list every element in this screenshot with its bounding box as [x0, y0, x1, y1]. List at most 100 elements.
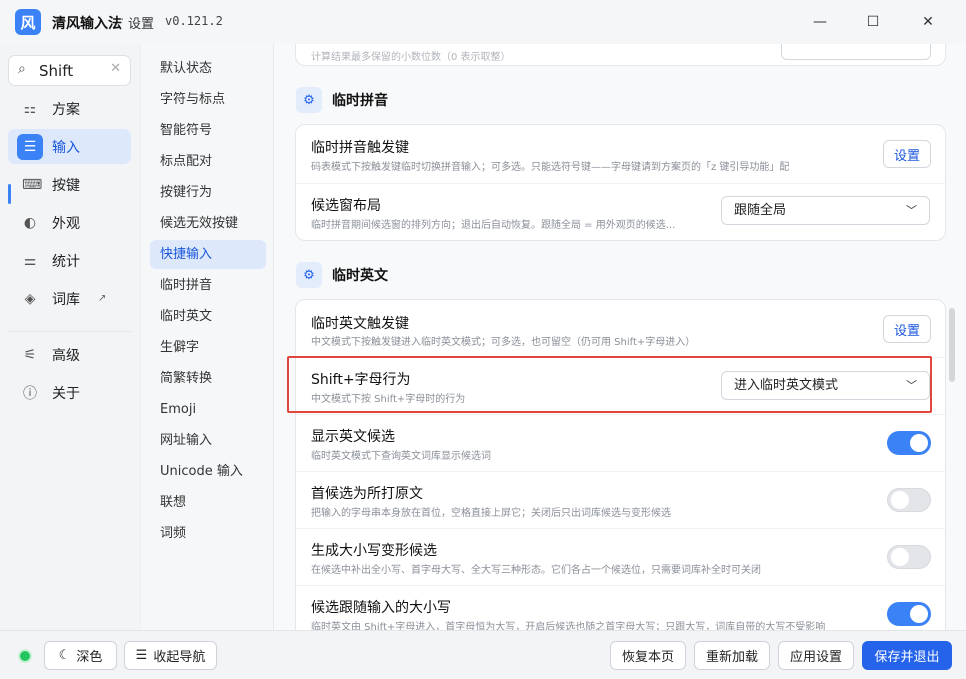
setting-row: 临时英文触发键 中文模式下按触发键进入临时英文模式；可多选，也可留空（仍可用 S… — [296, 300, 947, 357]
sidebar-item-label: 高级 — [52, 347, 80, 364]
button-label: 收起导航 — [153, 650, 206, 665]
sidebar-item-dictionary[interactable]: ◈ 词库 ↗ — [8, 281, 131, 316]
setting-row: 首候选为所打原文 把输入的字母串本身放在首位，空格直接上屏它；关闭后只出词库候选… — [296, 471, 947, 528]
app-logo-icon: 风 — [15, 9, 41, 35]
candidate-layout-select[interactable]: 跟随全局 ﹀ — [721, 196, 930, 225]
subnav-item[interactable]: 智能符号 — [150, 116, 266, 145]
restore-page-button[interactable]: 恢复本页 — [610, 641, 686, 670]
app-name: 清风输入法 — [52, 16, 122, 32]
version-label: v0.121.2 — [165, 14, 223, 28]
sidebar-item-scheme[interactable]: ⚏ 方案 — [8, 91, 131, 126]
sidebar-item-label: 统计 — [52, 253, 80, 270]
sidebar-item-label: 输入 — [52, 139, 80, 156]
subnav-item-active[interactable]: 快捷输入 — [150, 240, 266, 269]
first-candidate-raw-toggle[interactable] — [887, 488, 931, 512]
setting-title: 候选跟随输入的大小写 — [311, 600, 451, 616]
sidebar-item-advanced[interactable]: ⚟ 高级 — [8, 337, 131, 372]
bottom-bar: ☾ 深色 ☰ 收起导航 恢复本页 重新加载 应用设置 保存并退出 — [0, 630, 966, 679]
sidebar-item-label: 按键 — [52, 177, 80, 194]
subnav-item[interactable]: 生僻字 — [150, 333, 266, 362]
subnav-item[interactable]: 简繁转换 — [150, 364, 266, 393]
save-and-exit-button[interactable]: 保存并退出 — [862, 641, 952, 670]
title-separator: · — [120, 13, 125, 28]
search-input[interactable] — [39, 60, 109, 82]
moon-icon: ☾ — [58, 648, 71, 663]
setting-description: 临时英文由 Shift+字母进入，首字母恒为大写，开启后候选也随之首字母大写；只… — [311, 622, 826, 630]
sidebar-item-label: 外观 — [52, 215, 80, 232]
subnav-item[interactable]: 默认状态 — [150, 54, 266, 83]
chevron-down-icon: ﹀ — [906, 204, 917, 217]
title-bar: 风 清风输入法 · 设置 v0.121.2 — ☐ ✕ — [0, 0, 966, 44]
partial-input[interactable] — [781, 44, 931, 60]
setting-row: 生成大小写变形候选 在候选中补出全小写、首字母大写、全大写三种形态。它们各占一个… — [296, 528, 947, 585]
sub-navigation: 默认状态 字符与标点 智能符号 标点配对 按键行为 候选无效按键 快捷输入 临时… — [140, 44, 274, 630]
setting-row: 候选窗布局 临时拼音期间候选窗的排列方向；退出后自动恢复。跟随全局 = 用外观页… — [296, 183, 947, 241]
settings-sliders-icon: ⚟ — [23, 346, 37, 363]
scrollbar-thumb[interactable] — [949, 308, 955, 382]
setting-description: 中文模式下按触发键进入临时英文模式；可多选，也可留空（仍可用 Shift+字母进… — [311, 337, 696, 348]
sidebar-item-about[interactable]: ⓘ 关于 — [8, 375, 131, 410]
sidebar-item-appearance[interactable]: ◐ 外观 — [8, 205, 131, 240]
select-value: 跟随全局 — [734, 203, 787, 218]
setting-description: 计算结果最多保留的小数位数（0 表示取整） — [311, 52, 511, 63]
minimize-icon[interactable]: — — [808, 10, 832, 34]
toggle-knob — [891, 491, 909, 509]
dark-mode-button[interactable]: ☾ 深色 — [44, 641, 117, 670]
english-trigger-settings-button[interactable]: 设置 — [883, 315, 931, 343]
sidebar-item-keys[interactable]: ⌨ 按键 — [8, 167, 131, 202]
subnav-item[interactable]: 词频 — [150, 519, 266, 548]
sidebar-item-label: 词库 — [52, 291, 80, 308]
setting-row: 显示英文候选 临时英文模式下查询英文词库显示候选词 — [296, 414, 947, 471]
toggle-knob — [910, 605, 928, 623]
collapse-nav-button[interactable]: ☰ 收起导航 — [124, 641, 217, 670]
reload-button[interactable]: 重新加载 — [694, 641, 770, 670]
setting-title: 首候选为所打原文 — [311, 486, 423, 502]
sidebar-item-input[interactable]: ☰ 输入 — [8, 129, 131, 164]
subnav-item[interactable]: 候选无效按键 — [150, 209, 266, 238]
external-link-icon: ↗ — [98, 293, 107, 304]
apply-settings-button[interactable]: 应用设置 — [778, 641, 854, 670]
subnav-item[interactable]: 临时英文 — [150, 302, 266, 331]
close-icon[interactable]: ✕ — [916, 10, 940, 34]
nav-divider — [8, 331, 131, 332]
clear-search-icon[interactable]: ✕ — [110, 61, 121, 76]
button-label: 深色 — [76, 650, 103, 665]
follow-case-toggle[interactable] — [887, 602, 931, 626]
settings-card-partial: 计算结果最多保留的小数位数（0 表示取整） — [295, 44, 946, 66]
subnav-item[interactable]: 字符与标点 — [150, 85, 266, 114]
info-icon: ⓘ — [23, 385, 37, 402]
subnav-item[interactable]: 联想 — [150, 488, 266, 517]
subnav-item[interactable]: 临时拼音 — [150, 271, 266, 300]
subnav-item[interactable]: Unicode 输入 — [150, 457, 266, 486]
menu-icon: ☰ — [135, 648, 148, 663]
subnav-item[interactable]: 网址输入 — [150, 426, 266, 455]
setting-description: 把输入的字母串本身放在首位，空格直接上屏它；关闭后只出词库候选与变形候选 — [311, 508, 671, 519]
sliders-icon: ⚌ — [23, 252, 37, 269]
highlight-box — [287, 356, 932, 413]
section-title: 临时拼音 — [332, 93, 388, 109]
sliders-icon: ⚙ — [296, 87, 322, 113]
setting-description: 临时英文模式下查询英文词库显示候选词 — [311, 451, 491, 462]
subnav-item[interactable]: 标点配对 — [150, 147, 266, 176]
trigger-keys-settings-button[interactable]: 设置 — [883, 140, 931, 168]
settings-content: 计算结果最多保留的小数位数（0 表示取整） ⚙ 临时拼音 临时拼音触发键 码表模… — [274, 44, 966, 630]
subnav-item[interactable]: 按键行为 — [150, 178, 266, 207]
toggle-knob — [891, 548, 909, 566]
subnav-item[interactable]: Emoji — [150, 395, 266, 424]
setting-title: 生成大小写变形候选 — [311, 543, 437, 559]
toggle-knob — [910, 434, 928, 452]
list-icon: ☰ — [17, 133, 43, 160]
case-variants-toggle[interactable] — [887, 545, 931, 569]
sidebar-item-stats[interactable]: ⚌ 统计 — [8, 243, 131, 278]
page-title: 设置 — [128, 17, 155, 32]
setting-description: 码表模式下按触发键临时切换拼音输入；可多选。只能选符号键——字母键请到方案页的「… — [311, 162, 790, 173]
show-english-candidates-toggle[interactable] — [887, 431, 931, 455]
maximize-icon[interactable]: ☐ — [861, 10, 885, 34]
setting-title: 临时英文触发键 — [311, 316, 409, 332]
setting-title: 候选窗布局 — [311, 198, 381, 214]
settings-card-english: 临时英文触发键 中文模式下按触发键进入临时英文模式；可多选，也可留空（仍可用 S… — [295, 299, 947, 630]
setting-row: 临时拼音触发键 码表模式下按触发键临时切换拼音输入；可多选。只能选符号键——字母… — [296, 125, 947, 183]
search-box[interactable]: ⌕ ✕ — [8, 55, 131, 86]
section-title: 临时英文 — [332, 268, 388, 284]
status-indicator — [20, 651, 30, 661]
